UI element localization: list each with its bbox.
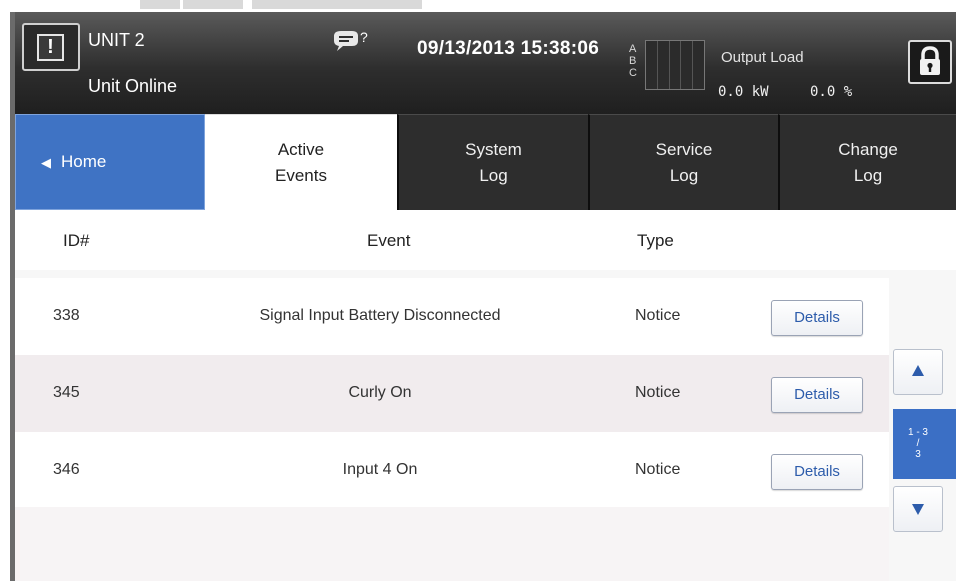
arrow-down-icon <box>912 504 924 515</box>
arrow-up-icon <box>912 365 924 376</box>
home-label: ◀ Home <box>16 149 204 176</box>
details-button[interactable]: Details <box>771 454 863 490</box>
table-row: 345 Curly On Notice Details <box>15 355 889 432</box>
event-name: Signal Input Battery Disconnected <box>259 307 501 324</box>
top-strip-segment <box>252 0 422 9</box>
tab-system-log[interactable]: System Log <box>397 114 588 210</box>
table-row: 346 Input 4 On Notice Details <box>15 432 889 509</box>
alarm-icon: ! <box>37 34 64 61</box>
page-indicator: 1 - 3 / 3 <box>893 409 956 479</box>
top-strip-segment <box>183 0 243 9</box>
output-load-percent: 0.0 % <box>810 84 853 100</box>
page-separator: / <box>916 438 920 449</box>
status-header: ! UNIT 2 Unit Online ? 09/13/2013 15:38:… <box>15 12 956 114</box>
event-id: 338 <box>53 307 80 324</box>
page-up-button[interactable] <box>893 349 943 395</box>
event-name: Input 4 On <box>342 461 418 478</box>
load-bar <box>693 41 704 89</box>
page-range: 1 - 3 <box>907 427 928 438</box>
details-button[interactable]: Details <box>771 377 863 413</box>
event-type: Notice <box>635 384 681 401</box>
phase-label-b: B <box>629 55 637 67</box>
event-name: Curly On <box>348 384 412 401</box>
phase-label-c: C <box>629 67 637 79</box>
alarm-button[interactable]: ! <box>22 23 80 71</box>
tab-bar: ◀ Home Active Events System Log Service L… <box>15 114 956 210</box>
tab-service-log[interactable]: Service Log <box>588 114 778 210</box>
top-strip-segment <box>140 0 180 9</box>
top-strip <box>0 0 956 12</box>
home-button[interactable]: ◀ Home <box>15 114 205 210</box>
event-type: Notice <box>635 461 681 478</box>
tab-label: Active Events <box>275 140 327 185</box>
message-badge: ? <box>360 29 368 45</box>
output-load-label: Output Load <box>721 49 804 66</box>
date-time: 09/13/2013 15:38:06 <box>417 38 600 59</box>
event-id: 346 <box>53 461 80 478</box>
load-bar-graph <box>645 40 705 90</box>
table-header: ID# Event Type <box>15 210 956 270</box>
home-text: Home <box>61 152 107 171</box>
column-header-event: Event <box>367 231 411 250</box>
phase-label-a: A <box>629 43 637 55</box>
lock-button[interactable] <box>908 40 952 84</box>
unit-status: Unit Online <box>88 76 178 96</box>
tab-label: Change Log <box>838 140 898 185</box>
message-help-icon[interactable]: ? <box>332 28 372 52</box>
tab-label: Service Log <box>655 140 713 185</box>
load-bar <box>669 41 682 89</box>
output-load-kw: 0.0 kW <box>718 84 769 100</box>
unit-name: UNIT 2 <box>88 30 145 50</box>
lock-icon <box>920 46 940 75</box>
tab-label: System Log <box>465 140 522 185</box>
details-button[interactable]: Details <box>771 300 863 336</box>
table-empty-area <box>15 507 889 581</box>
event-id: 345 <box>53 384 80 401</box>
load-bar <box>646 41 658 89</box>
back-arrow-icon: ◀ <box>41 155 51 170</box>
column-header-type: Type <box>637 231 674 250</box>
load-bar <box>657 41 670 89</box>
tab-active-events[interactable]: Active Events <box>205 114 397 210</box>
phase-labels: A B C <box>629 43 637 79</box>
page-total: 3 <box>915 449 921 460</box>
tab-change-log[interactable]: Change Log <box>778 114 956 210</box>
event-type: Notice <box>635 307 681 324</box>
page-down-button[interactable] <box>893 486 943 532</box>
column-header-id: ID# <box>63 231 90 250</box>
load-bar <box>681 41 694 89</box>
table-row: 338 Signal Input Battery Disconnected No… <box>15 278 889 355</box>
